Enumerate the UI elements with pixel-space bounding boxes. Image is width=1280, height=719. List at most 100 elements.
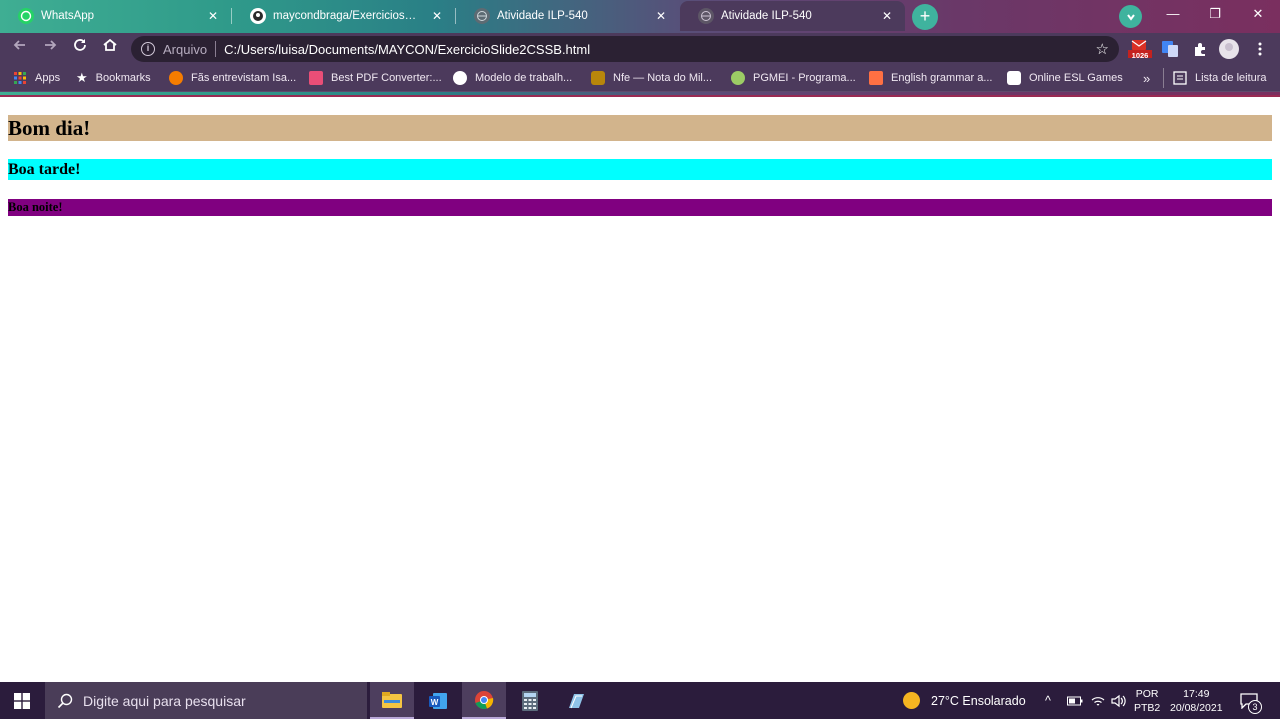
- tab-title: Atividade ILP-540: [497, 10, 588, 22]
- tab-title: Atividade ILP-540: [721, 10, 812, 22]
- tab-github[interactable]: maycondbraga/ExerciciosHTML: I ✕: [232, 1, 455, 31]
- kebab-menu-icon[interactable]: [1250, 39, 1270, 59]
- weather-widget[interactable]: 27°C Ensolarado: [903, 682, 1026, 719]
- language-indicator[interactable]: POR PTB2: [1134, 682, 1160, 719]
- windows-logo-icon: [14, 692, 30, 709]
- calculator-app[interactable]: [508, 682, 552, 719]
- bookmark-label: Modelo de trabalh...: [475, 72, 573, 84]
- bookmark-label: Fãs entrevistam Isa...: [191, 72, 297, 84]
- translate-extension-icon[interactable]: [1160, 39, 1180, 59]
- battery-icon[interactable]: [1067, 682, 1083, 719]
- chevron-up-icon: ^: [1045, 693, 1051, 708]
- bookmark-modelo-trabalho[interactable]: Modelo de trabalh...: [453, 70, 572, 86]
- tab-atividade-1[interactable]: Atividade ILP-540 ✕: [456, 1, 679, 31]
- wifi-icon[interactable]: [1091, 682, 1105, 719]
- tab-whatsapp[interactable]: WhatsApp ✕: [0, 1, 231, 31]
- crest-icon: [591, 71, 605, 85]
- heading-boa-noite: Boa noite!: [8, 199, 1272, 216]
- file-explorer-app[interactable]: [370, 682, 414, 719]
- windows-start-button[interactable]: [0, 682, 44, 719]
- bookmark-label: PGMEI - Programa...: [753, 72, 856, 84]
- mail-extension-icon[interactable]: 1026: [1128, 39, 1152, 60]
- bookmark-label: Nfe — Nota do Mil...: [613, 72, 713, 84]
- whatsapp-icon: [18, 8, 34, 24]
- clock[interactable]: 17:49 20/08/2021: [1170, 682, 1223, 719]
- back-button[interactable]: [8, 37, 32, 61]
- address-divider: [215, 41, 217, 57]
- reload-button[interactable]: [68, 37, 92, 61]
- keyboard-layout: PTB2: [1134, 701, 1161, 714]
- star-bookmark-icon[interactable]: ☆: [1096, 40, 1109, 58]
- github-icon: [250, 8, 266, 24]
- folder-icon: [382, 691, 402, 708]
- globe-icon: [453, 71, 467, 85]
- apps-grid-icon: [14, 72, 26, 84]
- globe-icon: [698, 8, 714, 24]
- word-icon: W: [429, 692, 447, 709]
- bookmark-label: Online ESL Games: [1029, 72, 1123, 84]
- tab-strip: WhatsApp ✕ maycondbraga/ExerciciosHTML: …: [0, 0, 1280, 33]
- forward-button[interactable]: [38, 37, 62, 61]
- bookmarks-overflow-button[interactable]: »: [1143, 70, 1150, 86]
- notepad-icon: [569, 693, 584, 708]
- notification-center-button[interactable]: 3: [1240, 682, 1262, 719]
- clock-time: 17:49: [1183, 687, 1210, 700]
- profile-avatar[interactable]: [1219, 39, 1239, 59]
- close-icon[interactable]: ✕: [429, 8, 445, 24]
- minimize-button[interactable]: —: [1152, 0, 1194, 30]
- star-icon: ★: [76, 70, 88, 85]
- bookmark-bookmarks[interactable]: ★ Bookmarks: [76, 70, 151, 86]
- bookmarks-divider: [1163, 68, 1164, 88]
- restore-button[interactable]: ❐: [1194, 0, 1236, 30]
- tab-title: WhatsApp: [41, 10, 95, 22]
- bookmark-fas-entrevistam[interactable]: Fãs entrevistam Isa...: [169, 70, 296, 86]
- taskbar: Digite aqui para pesquisar W 27°C Ensola…: [0, 682, 1280, 719]
- language-code: POR: [1135, 687, 1159, 700]
- address-url[interactable]: C:/Users/luisa/Documents/MAYCON/Exercici…: [224, 42, 590, 57]
- new-tab-button[interactable]: +: [912, 4, 938, 30]
- mail-badge: 1026: [1131, 51, 1149, 60]
- chrome-app[interactable]: [462, 682, 506, 719]
- show-hidden-icons-button[interactable]: ^: [1045, 682, 1051, 719]
- page-content: Bom dia! Boa tarde! Boa noite!: [0, 97, 1280, 682]
- bookmark-nfe[interactable]: Nfe — Nota do Mil...: [591, 70, 712, 86]
- close-icon[interactable]: ✕: [879, 8, 895, 24]
- address-scheme-label: Arquivo: [163, 41, 208, 57]
- home-icon: [103, 38, 117, 51]
- home-button[interactable]: [98, 37, 122, 61]
- close-icon[interactable]: ✕: [653, 8, 669, 24]
- bookmark-pgmei[interactable]: PGMEI - Programa...: [731, 70, 856, 86]
- search-placeholder: Digite aqui para pesquisar: [83, 692, 246, 709]
- volume-icon[interactable]: [1111, 682, 1127, 719]
- reading-list-label: Lista de leitura: [1195, 72, 1267, 84]
- notification-badge: 3: [1248, 700, 1262, 714]
- bookmark-pdf-converter[interactable]: Best PDF Converter:...: [309, 70, 442, 86]
- clock-date: 20/08/2021: [1170, 701, 1223, 714]
- tab-title: maycondbraga/ExerciciosHTML: I: [273, 10, 423, 22]
- tab-atividade-2-active[interactable]: Atividade ILP-540 ✕: [680, 1, 905, 31]
- bookmark-english-grammar[interactable]: English grammar a...: [869, 70, 992, 86]
- taskbar-search-box[interactable]: Digite aqui para pesquisar: [45, 682, 367, 719]
- address-bar[interactable]: i Arquivo C:/Users/luisa/Documents/MAYCO…: [131, 36, 1119, 62]
- puzzle-extensions-icon[interactable]: [1190, 39, 1210, 59]
- reading-list-button[interactable]: Lista de leitura: [1173, 70, 1267, 86]
- bookmark-label: Apps: [35, 72, 61, 84]
- globe-icon: [474, 8, 490, 24]
- word-app[interactable]: W: [416, 682, 460, 719]
- site-icon: [1007, 71, 1021, 85]
- chrome-icon: [475, 690, 494, 709]
- download-icon[interactable]: [1119, 5, 1142, 28]
- toolbar: i Arquivo C:/Users/luisa/Documents/MAYCO…: [0, 33, 1280, 64]
- info-icon[interactable]: i: [141, 42, 155, 56]
- bookmark-esl-games[interactable]: Online ESL Games: [1007, 70, 1123, 86]
- weather-text: 27°C Ensolarado: [931, 693, 1026, 708]
- pdf-icon: [309, 71, 323, 85]
- site-icon: [731, 71, 745, 85]
- bookmark-apps[interactable]: Apps: [13, 70, 60, 86]
- arrow-left-icon: [13, 40, 25, 50]
- notepad-app[interactable]: [554, 682, 598, 719]
- close-window-button[interactable]: ✕: [1237, 0, 1279, 30]
- svg-text:W: W: [431, 698, 439, 707]
- heading-bom-dia: Bom dia!: [8, 115, 1272, 141]
- close-icon[interactable]: ✕: [205, 8, 221, 24]
